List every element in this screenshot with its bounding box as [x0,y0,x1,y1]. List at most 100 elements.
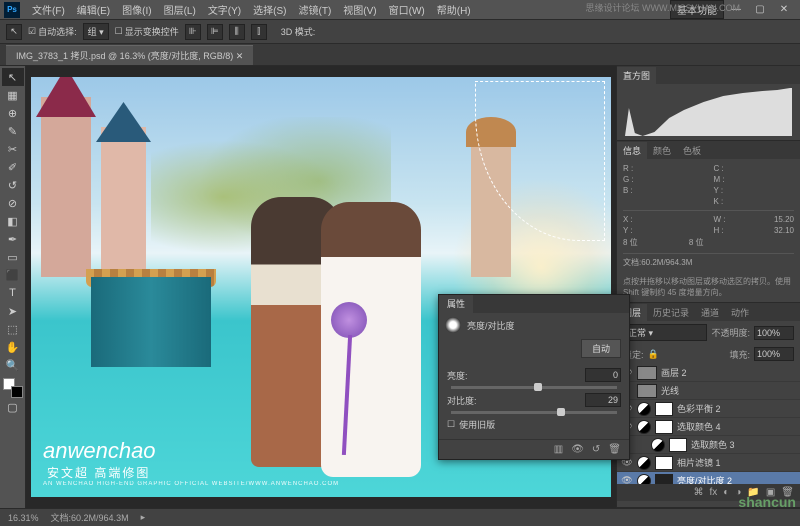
layer-row[interactable]: 👁色彩平衡 2 [617,400,800,418]
window-maximize[interactable]: ▢ [748,4,772,15]
layer-row[interactable]: 选取颜色 3 [617,436,800,454]
layer-row[interactable]: 👁画层 2 [617,364,800,382]
menu-file[interactable]: 文件(F) [26,0,71,19]
options-bar: ↖ ☑自动选择: 组 ▾ ☐显示变换控件 ⊪ ⊫ ⫼ ⫿ 3D 模式: [0,20,800,44]
blend-mode-select[interactable]: 正常 ▾ [623,324,707,341]
align-icon-1[interactable]: ⊪ [185,24,201,40]
layer-row[interactable]: 👁选取颜色 4 [617,418,800,436]
wand-tool[interactable]: ✎ [2,122,24,140]
layer-mask-thumb[interactable] [655,456,673,470]
opacity-input[interactable] [754,326,794,340]
new-layer-icon[interactable]: ▣ [766,487,775,498]
doc-info-readout[interactable]: 文档:60.2M/964.3M [51,511,129,524]
zoom-tool[interactable]: 🔍 [2,356,24,374]
pen-tool[interactable]: ✒ [2,230,24,248]
view-prev-icon[interactable]: 👁 [571,444,584,455]
gradient-tool[interactable]: ▭ [2,248,24,266]
crop-tool[interactable]: ✂ [2,140,24,158]
layer-mask-thumb[interactable] [669,438,687,452]
color-swatch[interactable] [3,378,23,398]
move-tool[interactable]: ↖ [2,68,24,86]
lock-icon[interactable]: 🔒 [648,349,659,360]
layers-panel: 图层 历史记录 通道 动作 正常 ▾ 不透明度: 锁定: 🔒 填充: 👁画层 2… [617,303,800,508]
layer-mask-thumb[interactable] [655,474,673,485]
window-close[interactable]: ✕ [772,4,796,15]
right-panels: 直方图 信息 颜色 色板 R : G : B : [616,66,800,508]
marquee-tool[interactable]: ▦ [2,86,24,104]
info-panel: 信息 颜色 色板 R : G : B : C : M : Y : K : [617,141,800,303]
histogram-tab[interactable]: 直方图 [617,67,656,84]
show-transform-check[interactable]: ☐显示变换控件 [115,25,179,38]
group-icon[interactable]: 📁 [747,487,759,498]
link-layers-icon[interactable]: ⌘ [694,487,704,498]
eyedropper-tool[interactable]: ✐ [2,158,24,176]
auto-select-target[interactable]: 组 ▾ [83,23,109,40]
fx-icon[interactable]: fx [710,487,718,498]
type-tool[interactable]: T [2,284,24,302]
channels-tab[interactable]: 通道 [695,304,725,321]
menu-select[interactable]: 选择(S) [247,0,292,19]
visibility-toggle[interactable]: 👁 [621,475,633,484]
align-icon-4[interactable]: ⫿ [251,24,267,40]
properties-tab[interactable]: 属性 [439,295,473,313]
reset-icon[interactable]: ↺ [592,444,600,455]
brightness-slider[interactable] [451,386,617,389]
info-tab[interactable]: 信息 [617,142,647,159]
lasso-tool[interactable]: ⊕ [2,104,24,122]
layer-name[interactable]: 光线 [661,384,679,397]
delete-adj-icon[interactable]: 🗑 [608,444,621,455]
fill-input[interactable] [754,347,794,361]
swatches-tab[interactable]: 色板 [677,142,707,159]
layer-thumb [637,366,657,380]
layer-mask-thumb[interactable] [655,420,673,434]
delete-layer-icon[interactable]: 🗑 [781,487,794,498]
mask-icon[interactable]: ◐ [723,487,729,498]
layers-list[interactable]: 👁画层 2▸光线👁色彩平衡 2👁选取颜色 4 选取颜色 3 👁相片滤镜 1 👁 亮度/对… [617,364,800,484]
heal-tool[interactable]: ↺ [2,176,24,194]
hand-tool[interactable]: ✋ [2,338,24,356]
rect-tool[interactable]: ⬚ [2,320,24,338]
menu-image[interactable]: 图像(I) [116,0,157,19]
page-watermark-top: 思缘设计论坛 WWW.MISSYUAN.COM [586,1,741,14]
brush-tool[interactable]: ⊘ [2,194,24,212]
history-tab[interactable]: 历史记录 [647,304,695,321]
stamp-tool[interactable]: ◧ [2,212,24,230]
auto-button[interactable]: 自动 [581,339,621,358]
layer-name[interactable]: 选取颜色 3 [691,438,735,451]
shape-tool[interactable]: ⬛ [2,266,24,284]
auto-select-check[interactable]: ☑自动选择: [28,25,77,38]
brightness-value[interactable] [585,368,621,382]
layer-name[interactable]: 选取颜色 4 [677,420,721,433]
layer-name[interactable]: 色彩平衡 2 [677,402,721,415]
zoom-readout[interactable]: 16.31% [8,513,39,523]
align-icon-3[interactable]: ⫼ [229,24,245,40]
layer-mask-thumb[interactable] [655,402,673,416]
contrast-slider[interactable] [451,411,617,414]
layer-name[interactable]: 相片滤镜 1 [677,456,721,469]
document-tab[interactable]: IMG_3783_1 拷贝.psd @ 16.3% (亮度/对比度, RGB/8… [6,45,253,65]
menu-view[interactable]: 视图(V) [337,0,382,19]
layer-row[interactable]: ▸光线 [617,382,800,400]
histogram-panel: 直方图 [617,66,800,141]
layer-row[interactable]: 👁 亮度/对比度 2 [617,472,800,484]
clip-icon[interactable]: ▥ [554,444,563,455]
menu-type[interactable]: 文字(Y) [202,0,247,19]
menu-edit[interactable]: 编辑(E) [71,0,116,19]
adjustment-icon[interactable]: ◑ [735,487,741,498]
color-tab[interactable]: 颜色 [647,142,677,159]
properties-panel[interactable]: 属性 亮度/对比度 自动 亮度: 对比度: ☐ 使用旧版 ▥ 👁 ↺ 🗑 [438,294,630,460]
menu-help[interactable]: 帮助(H) [431,0,477,19]
layer-name[interactable]: 画层 2 [661,366,687,379]
align-icon-2[interactable]: ⊫ [207,24,223,40]
actions-tab[interactable]: 动作 [725,304,755,321]
layer-name[interactable]: 亮度/对比度 2 [677,474,732,484]
menu-filter[interactable]: 滤镜(T) [293,0,338,19]
layer-thumb [637,384,657,398]
menu-window[interactable]: 窗口(W) [383,0,431,19]
legacy-checkbox[interactable]: ☐ [447,419,455,430]
menu-layer[interactable]: 图层(L) [158,0,202,19]
contrast-value[interactable] [585,393,621,407]
path-tool[interactable]: ➤ [2,302,24,320]
layer-row[interactable]: 👁相片滤镜 1 [617,454,800,472]
quickmask-toggle[interactable]: ▢ [2,398,24,416]
